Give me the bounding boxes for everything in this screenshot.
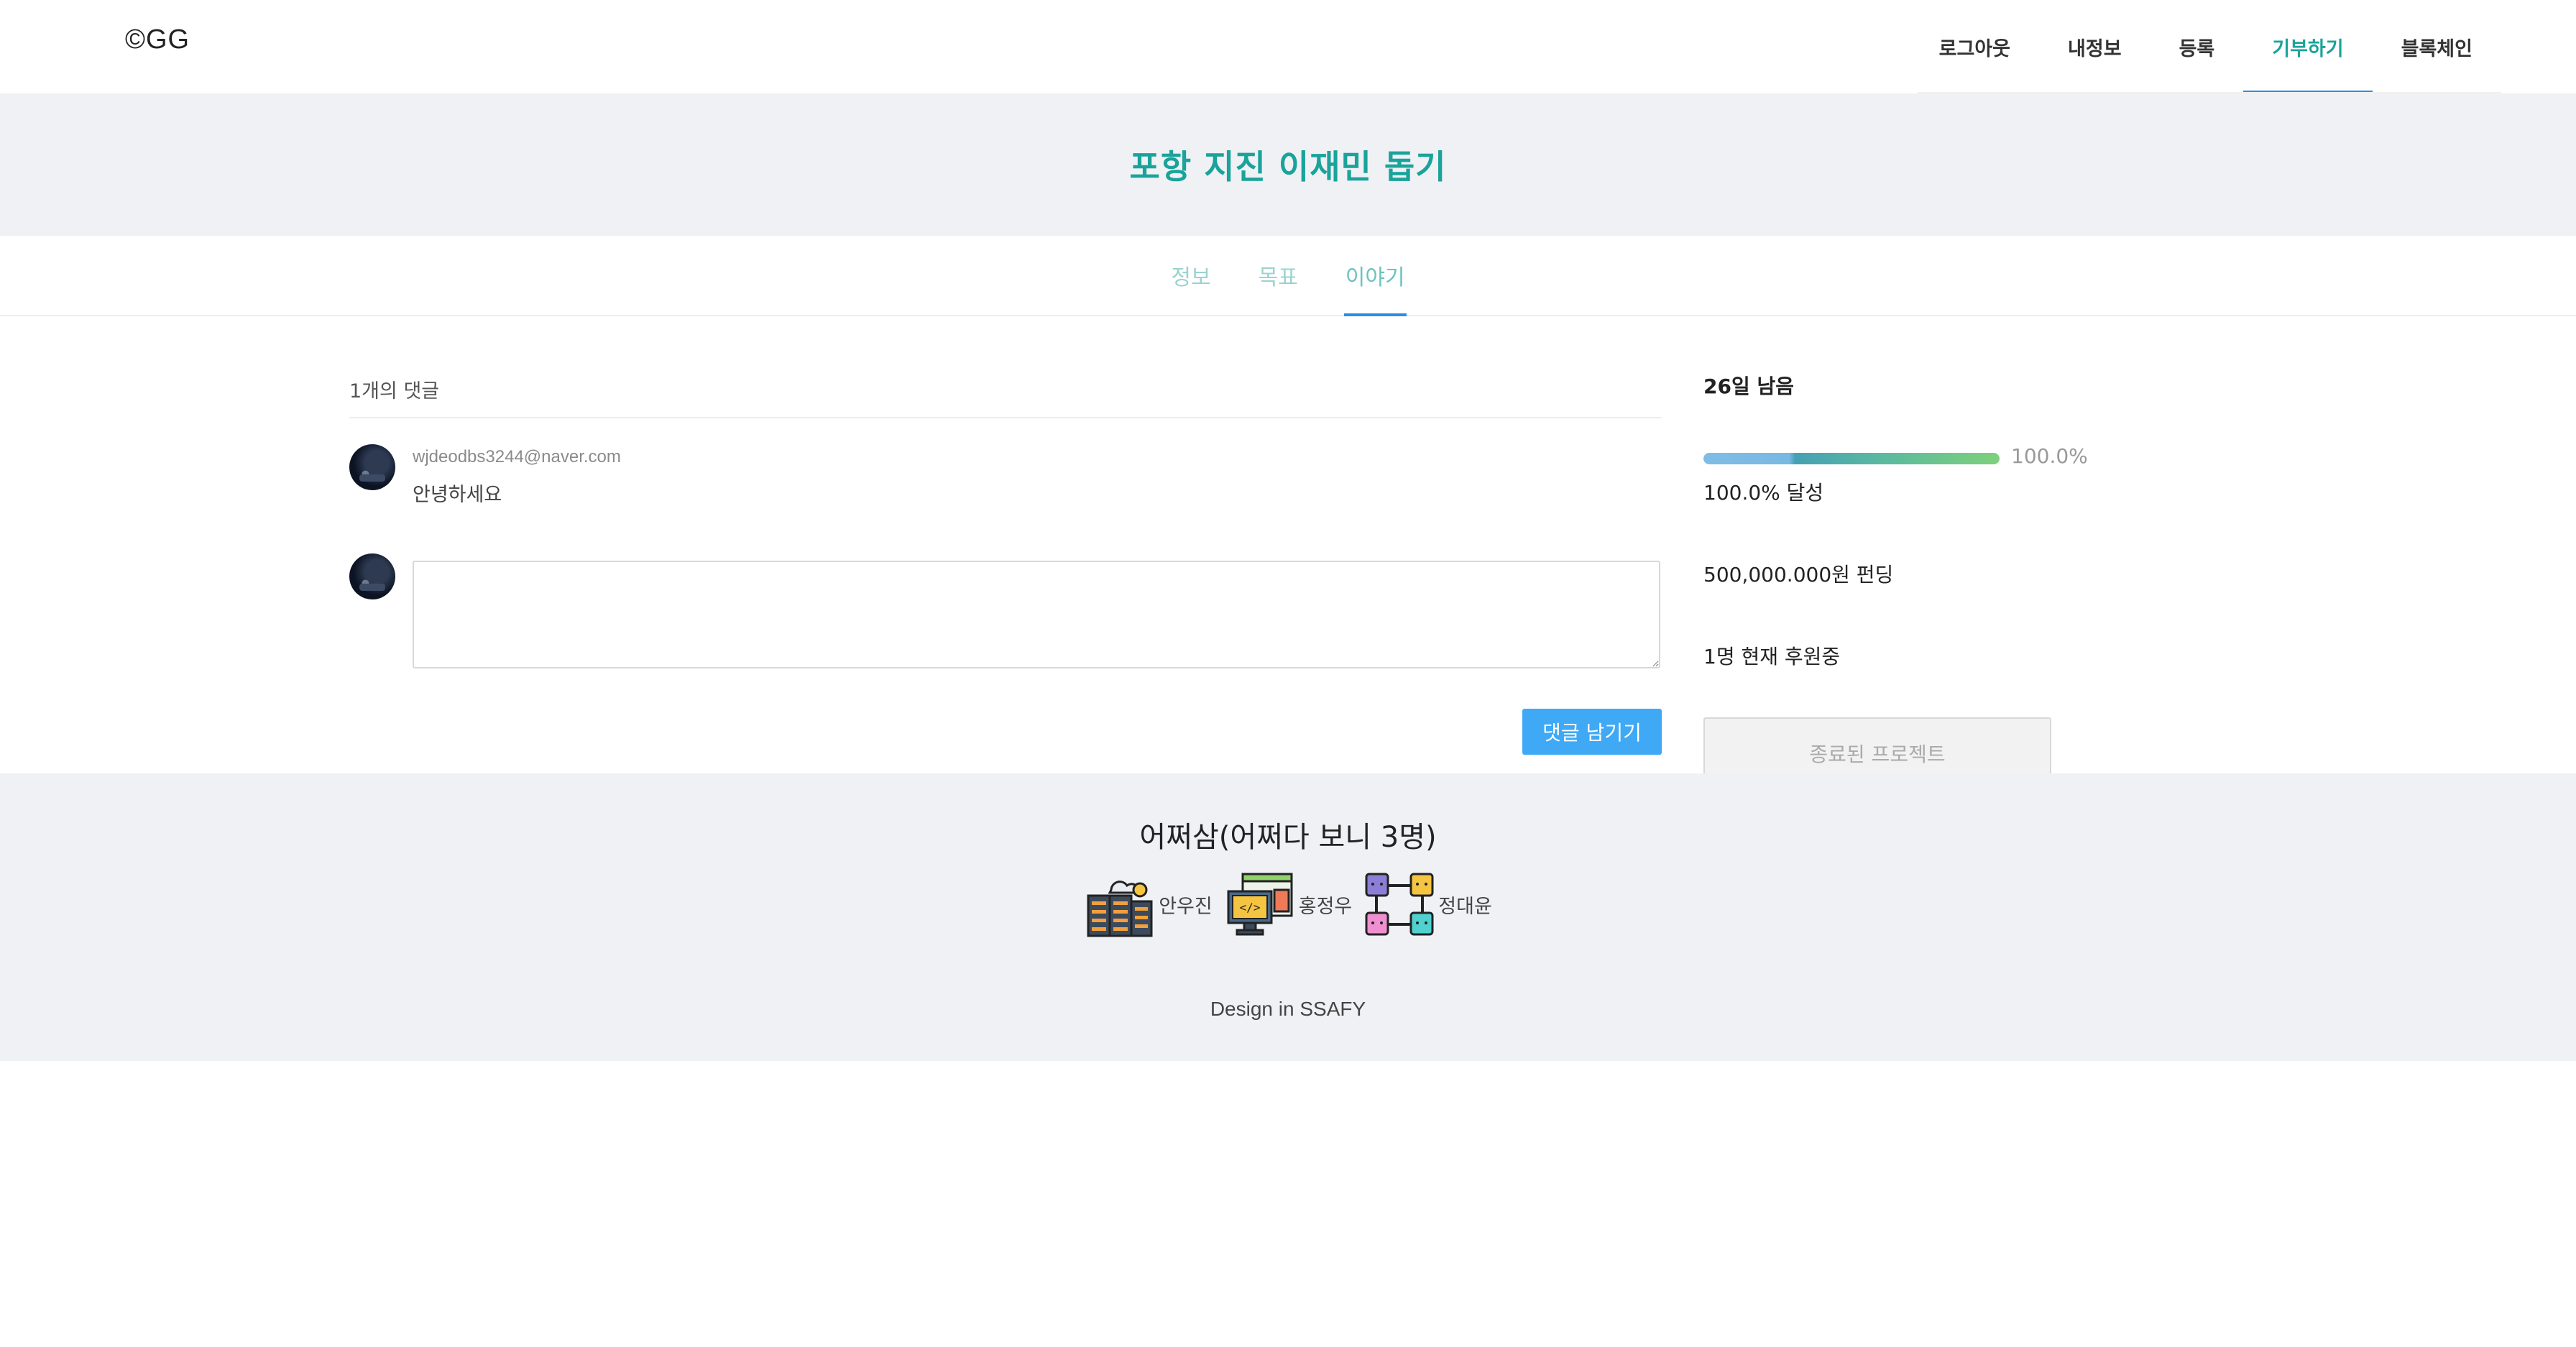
nav-divider bbox=[1918, 92, 2501, 93]
progress-percent: 100.0% bbox=[2011, 444, 2088, 468]
comment-author: wjdeodbs3244@naver.com bbox=[413, 447, 621, 466]
project-banner: 포항 지진 이재민 돕기 bbox=[0, 93, 2576, 236]
tab-story[interactable]: 이야기 bbox=[1343, 236, 1407, 316]
site-logo[interactable]: ©GG bbox=[125, 24, 190, 55]
member-name: 홍정우 bbox=[1298, 895, 1353, 918]
funding-progress-bar bbox=[1703, 453, 2000, 464]
site-footer: 어쩌삼(어쩌다 보니 3명) 안우진 </> 홍정우 정대윤 Design in… bbox=[0, 773, 2576, 1061]
days-left: 26일 남음 bbox=[1703, 374, 1794, 398]
team-title: 어쩌삼(어쩌다 보니 3명) bbox=[1139, 821, 1437, 854]
comment-count: 1개의 댓글 bbox=[349, 380, 440, 403]
my-avatar bbox=[349, 553, 395, 599]
project-tabs: 정보 목표 이야기 bbox=[0, 236, 2576, 316]
nav-register[interactable]: 등록 bbox=[2150, 0, 2244, 93]
team-member: 정대윤 bbox=[1363, 868, 1492, 940]
member-name: 안우진 bbox=[1159, 895, 1213, 918]
progress-fill bbox=[1703, 453, 2000, 464]
submit-comment-button[interactable]: 댓글 남기기 bbox=[1522, 709, 1662, 755]
nav-logout[interactable]: 로그아웃 bbox=[1910, 0, 2039, 93]
nav-donate[interactable]: 기부하기 bbox=[2243, 0, 2373, 93]
comments-divider bbox=[349, 417, 1662, 418]
tab-goal[interactable]: 목표 bbox=[1257, 236, 1300, 315]
nav-blockchain[interactable]: 블록체인 bbox=[2373, 0, 2501, 93]
team-member: 안우진 bbox=[1084, 868, 1213, 940]
blocks-network-icon bbox=[1365, 873, 1434, 936]
tab-info[interactable]: 정보 bbox=[1169, 236, 1212, 315]
funding-amount: 500,000.000원 펀딩 bbox=[1703, 563, 1894, 587]
comment-input[interactable] bbox=[413, 561, 1660, 668]
member-name: 정대윤 bbox=[1438, 895, 1492, 918]
comment-text: 안녕하세요 bbox=[413, 484, 502, 506]
team-members: 안우진 </> 홍정우 정대윤 bbox=[0, 868, 2576, 940]
server-cloud-icon bbox=[1087, 881, 1153, 937]
achieved-label: 100.0% 달성 bbox=[1703, 481, 1824, 505]
top-header: ©GG 로그아웃 내정보 등록 기부하기 블록체인 bbox=[0, 0, 2576, 93]
project-title: 포항 지진 이재민 돕기 bbox=[1129, 147, 1447, 186]
team-member: </> 홍정우 bbox=[1224, 868, 1353, 940]
main-content: 1개의 댓글 wjdeodbs3244@naver.com 안녕하세요 댓글 남… bbox=[0, 316, 2576, 789]
code-monitor-icon: </> bbox=[1227, 873, 1293, 936]
supporter-count: 1명 현재 후원중 bbox=[1703, 645, 1841, 668]
main-nav: 로그아웃 내정보 등록 기부하기 블록체인 bbox=[1910, 0, 2501, 93]
avatar bbox=[349, 444, 395, 490]
svg-text:</>: </> bbox=[1239, 901, 1260, 914]
nav-my-info[interactable]: 내정보 bbox=[2039, 0, 2150, 93]
design-credit: Design in SSAFY bbox=[1210, 998, 1366, 1020]
